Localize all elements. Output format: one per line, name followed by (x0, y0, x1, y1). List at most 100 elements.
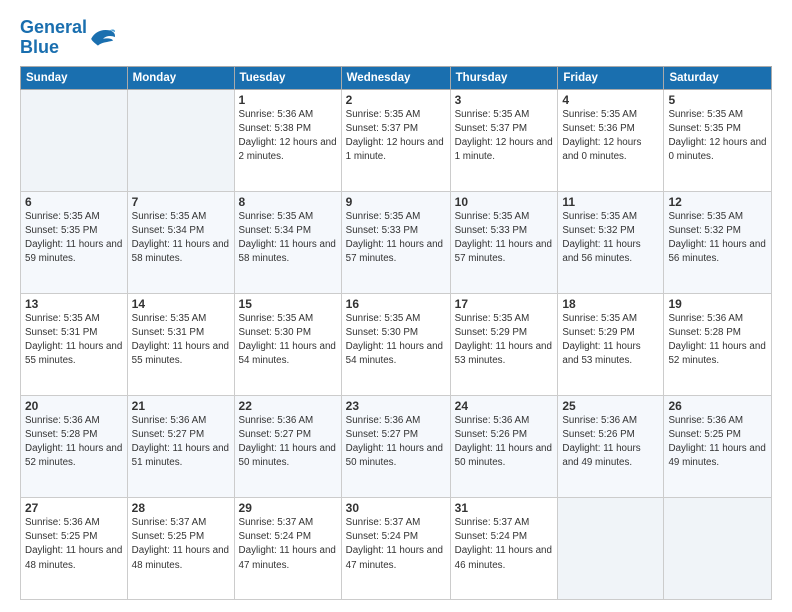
calendar-cell: 11Sunrise: 5:35 AMSunset: 5:32 PMDayligh… (558, 191, 664, 293)
day-number: 22 (239, 399, 337, 413)
day-number: 29 (239, 501, 337, 515)
calendar-cell: 9Sunrise: 5:35 AMSunset: 5:33 PMDaylight… (341, 191, 450, 293)
day-number: 4 (562, 93, 659, 107)
day-number: 25 (562, 399, 659, 413)
day-detail: Sunrise: 5:36 AMSunset: 5:27 PMDaylight:… (346, 414, 446, 471)
calendar-cell: 23Sunrise: 5:36 AMSunset: 5:27 PMDayligh… (341, 395, 450, 497)
day-detail: Sunrise: 5:36 AMSunset: 5:28 PMDaylight:… (25, 414, 123, 471)
day-detail: Sunrise: 5:35 AMSunset: 5:29 PMDaylight:… (562, 312, 659, 369)
day-detail: Sunrise: 5:35 AMSunset: 5:31 PMDaylight:… (132, 312, 230, 369)
day-number: 10 (455, 195, 554, 209)
day-detail: Sunrise: 5:35 AMSunset: 5:29 PMDaylight:… (455, 312, 554, 369)
day-detail: Sunrise: 5:36 AMSunset: 5:26 PMDaylight:… (562, 414, 659, 471)
day-number: 9 (346, 195, 446, 209)
day-detail: Sunrise: 5:36 AMSunset: 5:26 PMDaylight:… (455, 414, 554, 471)
logo: GeneralBlue (20, 18, 117, 58)
calendar-cell: 18Sunrise: 5:35 AMSunset: 5:29 PMDayligh… (558, 293, 664, 395)
day-detail: Sunrise: 5:35 AMSunset: 5:30 PMDaylight:… (346, 312, 446, 369)
day-detail: Sunrise: 5:35 AMSunset: 5:35 PMDaylight:… (668, 108, 767, 165)
day-detail: Sunrise: 5:35 AMSunset: 5:34 PMDaylight:… (132, 210, 230, 267)
day-number: 21 (132, 399, 230, 413)
day-number: 8 (239, 195, 337, 209)
day-detail: Sunrise: 5:36 AMSunset: 5:27 PMDaylight:… (132, 414, 230, 471)
calendar-table: SundayMondayTuesdayWednesdayThursdayFrid… (20, 66, 772, 600)
header: GeneralBlue (20, 18, 772, 58)
calendar-page: GeneralBlue SundayMondayTuesdayWednesday… (0, 0, 792, 612)
calendar-cell: 5Sunrise: 5:35 AMSunset: 5:35 PMDaylight… (664, 89, 772, 191)
day-number: 6 (25, 195, 123, 209)
day-number: 30 (346, 501, 446, 515)
day-detail: Sunrise: 5:35 AMSunset: 5:32 PMDaylight:… (668, 210, 767, 267)
calendar-cell: 10Sunrise: 5:35 AMSunset: 5:33 PMDayligh… (450, 191, 558, 293)
calendar-cell: 30Sunrise: 5:37 AMSunset: 5:24 PMDayligh… (341, 497, 450, 599)
day-number: 31 (455, 501, 554, 515)
weekday-header-saturday: Saturday (664, 66, 772, 89)
calendar-cell: 22Sunrise: 5:36 AMSunset: 5:27 PMDayligh… (234, 395, 341, 497)
calendar-week-4: 20Sunrise: 5:36 AMSunset: 5:28 PMDayligh… (21, 395, 772, 497)
day-number: 5 (668, 93, 767, 107)
day-detail: Sunrise: 5:35 AMSunset: 5:37 PMDaylight:… (455, 108, 554, 165)
calendar-cell: 27Sunrise: 5:36 AMSunset: 5:25 PMDayligh… (21, 497, 128, 599)
calendar-week-2: 6Sunrise: 5:35 AMSunset: 5:35 PMDaylight… (21, 191, 772, 293)
day-detail: Sunrise: 5:35 AMSunset: 5:35 PMDaylight:… (25, 210, 123, 267)
day-number: 13 (25, 297, 123, 311)
day-detail: Sunrise: 5:35 AMSunset: 5:36 PMDaylight:… (562, 108, 659, 165)
calendar-cell: 14Sunrise: 5:35 AMSunset: 5:31 PMDayligh… (127, 293, 234, 395)
day-number: 19 (668, 297, 767, 311)
day-number: 3 (455, 93, 554, 107)
day-detail: Sunrise: 5:37 AMSunset: 5:25 PMDaylight:… (132, 516, 230, 573)
day-number: 12 (668, 195, 767, 209)
calendar-cell: 19Sunrise: 5:36 AMSunset: 5:28 PMDayligh… (664, 293, 772, 395)
calendar-cell: 6Sunrise: 5:35 AMSunset: 5:35 PMDaylight… (21, 191, 128, 293)
calendar-cell (664, 497, 772, 599)
day-detail: Sunrise: 5:37 AMSunset: 5:24 PMDaylight:… (239, 516, 337, 573)
calendar-cell: 28Sunrise: 5:37 AMSunset: 5:25 PMDayligh… (127, 497, 234, 599)
calendar-cell: 21Sunrise: 5:36 AMSunset: 5:27 PMDayligh… (127, 395, 234, 497)
calendar-cell: 15Sunrise: 5:35 AMSunset: 5:30 PMDayligh… (234, 293, 341, 395)
calendar-cell: 16Sunrise: 5:35 AMSunset: 5:30 PMDayligh… (341, 293, 450, 395)
day-detail: Sunrise: 5:36 AMSunset: 5:28 PMDaylight:… (668, 312, 767, 369)
calendar-cell: 8Sunrise: 5:35 AMSunset: 5:34 PMDaylight… (234, 191, 341, 293)
day-number: 2 (346, 93, 446, 107)
calendar-cell: 31Sunrise: 5:37 AMSunset: 5:24 PMDayligh… (450, 497, 558, 599)
day-number: 27 (25, 501, 123, 515)
calendar-cell: 20Sunrise: 5:36 AMSunset: 5:28 PMDayligh… (21, 395, 128, 497)
calendar-cell (21, 89, 128, 191)
weekday-header-thursday: Thursday (450, 66, 558, 89)
day-detail: Sunrise: 5:35 AMSunset: 5:37 PMDaylight:… (346, 108, 446, 165)
day-number: 28 (132, 501, 230, 515)
day-detail: Sunrise: 5:36 AMSunset: 5:38 PMDaylight:… (239, 108, 337, 165)
weekday-header-monday: Monday (127, 66, 234, 89)
day-number: 17 (455, 297, 554, 311)
day-number: 18 (562, 297, 659, 311)
day-detail: Sunrise: 5:35 AMSunset: 5:30 PMDaylight:… (239, 312, 337, 369)
day-detail: Sunrise: 5:35 AMSunset: 5:34 PMDaylight:… (239, 210, 337, 267)
calendar-cell: 26Sunrise: 5:36 AMSunset: 5:25 PMDayligh… (664, 395, 772, 497)
calendar-cell: 12Sunrise: 5:35 AMSunset: 5:32 PMDayligh… (664, 191, 772, 293)
weekday-header-tuesday: Tuesday (234, 66, 341, 89)
calendar-cell: 1Sunrise: 5:36 AMSunset: 5:38 PMDaylight… (234, 89, 341, 191)
day-number: 15 (239, 297, 337, 311)
weekday-header-wednesday: Wednesday (341, 66, 450, 89)
day-number: 20 (25, 399, 123, 413)
calendar-cell (558, 497, 664, 599)
day-detail: Sunrise: 5:35 AMSunset: 5:32 PMDaylight:… (562, 210, 659, 267)
calendar-cell (127, 89, 234, 191)
day-detail: Sunrise: 5:35 AMSunset: 5:31 PMDaylight:… (25, 312, 123, 369)
day-number: 16 (346, 297, 446, 311)
calendar-cell: 7Sunrise: 5:35 AMSunset: 5:34 PMDaylight… (127, 191, 234, 293)
calendar-cell: 25Sunrise: 5:36 AMSunset: 5:26 PMDayligh… (558, 395, 664, 497)
day-detail: Sunrise: 5:35 AMSunset: 5:33 PMDaylight:… (346, 210, 446, 267)
day-number: 11 (562, 195, 659, 209)
day-detail: Sunrise: 5:35 AMSunset: 5:33 PMDaylight:… (455, 210, 554, 267)
day-detail: Sunrise: 5:36 AMSunset: 5:27 PMDaylight:… (239, 414, 337, 471)
weekday-header-friday: Friday (558, 66, 664, 89)
calendar-cell: 13Sunrise: 5:35 AMSunset: 5:31 PMDayligh… (21, 293, 128, 395)
calendar-header-row: SundayMondayTuesdayWednesdayThursdayFrid… (21, 66, 772, 89)
logo-bird-icon (89, 27, 117, 49)
logo-text: GeneralBlue (20, 18, 87, 58)
calendar-cell: 4Sunrise: 5:35 AMSunset: 5:36 PMDaylight… (558, 89, 664, 191)
day-detail: Sunrise: 5:36 AMSunset: 5:25 PMDaylight:… (668, 414, 767, 471)
day-number: 1 (239, 93, 337, 107)
day-detail: Sunrise: 5:37 AMSunset: 5:24 PMDaylight:… (346, 516, 446, 573)
